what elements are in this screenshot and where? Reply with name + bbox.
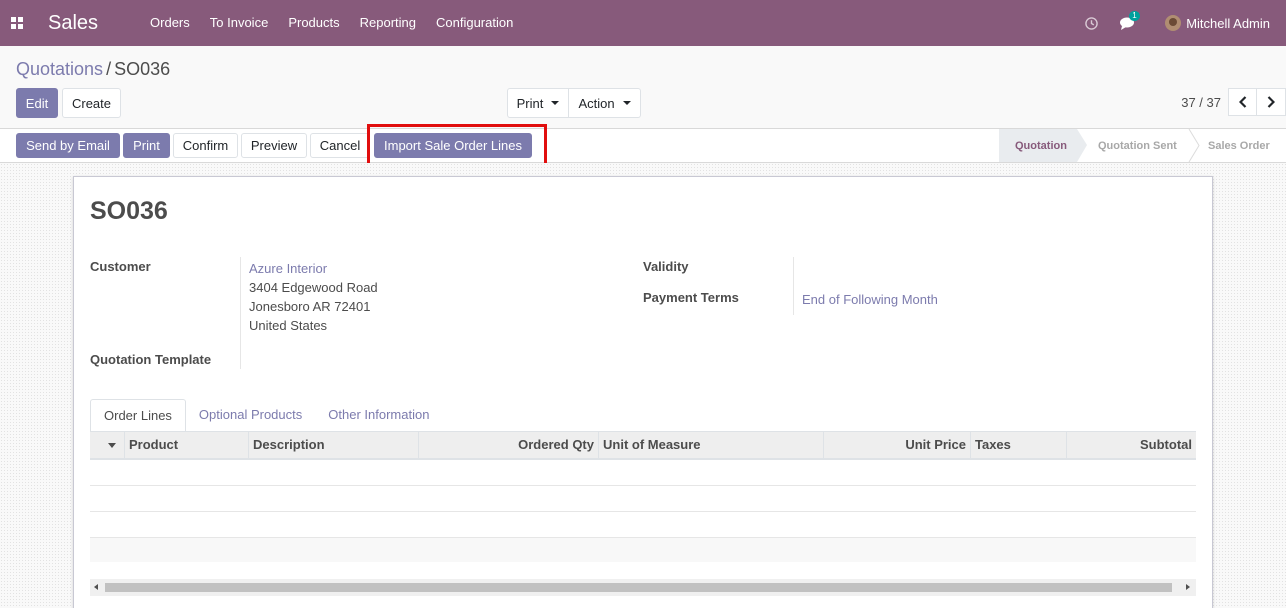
tab-optional-products[interactable]: Optional Products xyxy=(186,399,315,431)
cancel-button[interactable]: Cancel xyxy=(310,133,370,158)
control-panel: Quotations / SO036 Edit Create Print Actio… xyxy=(0,46,1286,129)
create-button[interactable]: Create xyxy=(62,88,121,118)
breadcrumb-current: SO036 xyxy=(114,59,171,79)
stage-sales-order: Sales Order xyxy=(1188,129,1286,162)
action-dropdown-label: Action xyxy=(578,95,615,111)
notebook-tabs: Order Lines Optional Products Other Info… xyxy=(90,399,1196,433)
status-stages: Quotation Quotation Sent Sales Order xyxy=(999,129,1286,162)
chat-icon[interactable]: 1 xyxy=(1117,0,1140,46)
column-product[interactable]: Product xyxy=(124,432,248,458)
caret-down-icon xyxy=(551,101,560,105)
stage-divider xyxy=(1188,129,1200,162)
customer-label: Customer xyxy=(90,259,151,274)
edit-button[interactable]: Edit xyxy=(16,88,58,118)
stage-quotation: Quotation xyxy=(999,129,1087,162)
user-name: Mitchell Admin xyxy=(1186,15,1270,31)
preview-button[interactable]: Preview xyxy=(241,133,307,158)
stage-quotation-label: Quotation xyxy=(1015,139,1067,152)
menu-products[interactable]: Products xyxy=(278,0,349,46)
pager-previous-button[interactable] xyxy=(1228,88,1257,116)
print-dropdown[interactable]: Print xyxy=(507,88,569,118)
address-line-3: United States xyxy=(249,318,328,333)
top-navbar: Sales Orders To Invoice Products Reporti… xyxy=(0,0,1286,46)
scrollbar-thumb[interactable] xyxy=(105,583,1172,592)
quotation-template-label: Quotation Template xyxy=(90,352,212,367)
print-dropdown-label: Print xyxy=(516,95,544,111)
address-line-2: Jonesboro AR 72401 xyxy=(249,299,371,314)
toolbar-dropdowns: Print Action xyxy=(507,88,641,118)
pager-value[interactable]: 37 / 37 xyxy=(1181,95,1221,110)
order-lines-table: Product Description Ordered Qty Unit of … xyxy=(90,431,1196,562)
validity-label: Validity xyxy=(643,259,689,274)
record-name: SO036 xyxy=(90,197,168,225)
chat-count-badge: 1 xyxy=(1129,11,1140,21)
pager-next-button[interactable] xyxy=(1257,88,1286,116)
table-row xyxy=(90,512,1196,538)
stage-sales-order-label: Sales Order xyxy=(1208,139,1270,152)
breadcrumb-quotations[interactable]: Quotations xyxy=(16,59,103,79)
print-button[interactable]: Print xyxy=(123,133,170,158)
horizontal-scrollbar[interactable] xyxy=(90,579,1196,596)
column-unit-price[interactable]: Unit Price xyxy=(823,432,970,458)
action-dropdown[interactable]: Action xyxy=(569,88,641,118)
payment-terms-value[interactable]: End of Following Month xyxy=(802,292,938,307)
send-by-email-button[interactable]: Send by Email xyxy=(16,133,120,158)
payment-terms-label: Payment Terms xyxy=(643,290,739,305)
stage-quotation-sent-label: Quotation Sent xyxy=(1098,139,1177,152)
chevron-left-icon xyxy=(1238,96,1246,108)
statusbar: Send by Email Print Confirm Preview Canc… xyxy=(0,129,1286,163)
table-header: Product Description Ordered Qty Unit of … xyxy=(90,431,1196,460)
table-row xyxy=(90,486,1196,512)
form-sheet: SO036 Customer Azure Interior 3404 Edgew… xyxy=(73,176,1213,608)
caret-down-icon xyxy=(622,101,631,105)
stage-arrow xyxy=(1077,129,1087,162)
menu-to-invoice[interactable]: To Invoice xyxy=(200,0,279,46)
breadcrumb-separator: / xyxy=(106,59,112,79)
column-unit-of-measure[interactable]: Unit of Measure xyxy=(598,432,823,458)
scroll-right-icon[interactable] xyxy=(1186,584,1190,590)
menu-configuration[interactable]: Configuration xyxy=(426,0,523,46)
sort-handle-header[interactable] xyxy=(90,432,124,458)
tab-order-lines[interactable]: Order Lines xyxy=(90,399,186,433)
clock-icon[interactable] xyxy=(1083,0,1099,46)
field-divider xyxy=(793,257,794,315)
breadcrumb: Quotations / SO036 xyxy=(16,59,170,80)
chevron-right-icon xyxy=(1267,96,1275,108)
caret-down-icon xyxy=(108,442,116,448)
apps-menu-icon[interactable] xyxy=(2,0,32,46)
customer-name[interactable]: Azure Interior xyxy=(249,261,327,276)
table-row xyxy=(90,460,1196,486)
avatar xyxy=(1165,15,1182,31)
stage-quotation-sent: Quotation Sent xyxy=(1077,129,1200,162)
pager: 37 / 37 xyxy=(1181,88,1286,116)
tab-other-information[interactable]: Other Information xyxy=(315,399,442,431)
column-taxes[interactable]: Taxes xyxy=(970,432,1066,458)
table-row xyxy=(90,538,1196,562)
scroll-left-icon[interactable] xyxy=(94,584,98,590)
menu-orders[interactable]: Orders xyxy=(140,0,200,46)
app-name[interactable]: Sales xyxy=(48,12,98,35)
column-description[interactable]: Description xyxy=(248,432,418,458)
column-subtotal[interactable]: Subtotal xyxy=(1066,432,1196,458)
confirm-button[interactable]: Confirm xyxy=(173,133,238,158)
column-ordered-qty[interactable]: Ordered Qty xyxy=(418,432,598,458)
address-line-1: 3404 Edgewood Road xyxy=(249,280,378,295)
user-menu[interactable]: Mitchell Admin xyxy=(1165,15,1270,31)
menu-reporting[interactable]: Reporting xyxy=(350,0,426,46)
field-divider xyxy=(240,257,241,369)
